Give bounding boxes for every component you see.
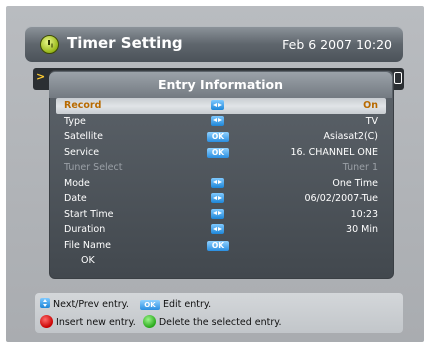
checkbox-icon: [394, 72, 402, 84]
field-file-name[interactable]: File Name OK: [56, 238, 386, 254]
green-key-icon: [142, 315, 156, 328]
field-label: Duration: [64, 224, 106, 235]
field-service[interactable]: Service OK 16. CHANNEL ONE: [56, 145, 386, 161]
field-date[interactable]: Date 06/02/2007-Tue: [56, 191, 386, 207]
field-record[interactable]: Record On: [56, 98, 386, 114]
up-down-arrows-icon: [40, 298, 50, 308]
help-insert: Insert new entry.: [56, 317, 136, 328]
field-label: Type: [64, 115, 86, 127]
field-value: TV: [365, 115, 378, 127]
red-key-icon: [40, 315, 53, 328]
left-right-arrows-icon[interactable]: [211, 100, 224, 110]
ok-button-label: OK: [81, 255, 95, 266]
field-value: Asiasat2(C): [323, 131, 379, 142]
ok-key-icon: OK: [139, 300, 160, 310]
chevron-right-icon: >: [36, 70, 46, 83]
field-start-time[interactable]: Start Time 10:23: [56, 207, 386, 223]
field-label: Start Time: [64, 208, 114, 220]
field-label: Record: [64, 100, 102, 111]
left-right-arrows-icon[interactable]: [211, 177, 224, 188]
field-duration[interactable]: Duration 30 Min: [56, 222, 386, 238]
left-right-arrows-icon[interactable]: [211, 208, 224, 219]
ok-button[interactable]: OK: [56, 253, 386, 269]
current-datetime: Feb 6 2007 10:20: [282, 37, 392, 52]
dialog-title: Entry Information: [49, 72, 392, 98]
ok-key-icon[interactable]: OK: [207, 147, 229, 158]
field-label: Satellite: [64, 131, 103, 142]
help-line-actions: Insert new entry. Delete the selected en…: [40, 315, 282, 328]
left-right-arrows-icon[interactable]: [211, 115, 224, 126]
field-type[interactable]: Type TV: [56, 114, 386, 130]
help-line-navigation: Next/Prev entry. OK Edit entry.: [40, 298, 211, 310]
help-next-prev: Next/Prev entry.: [53, 299, 129, 310]
clock-icon: [40, 35, 59, 54]
help-delete: Delete the selected entry.: [158, 317, 282, 328]
help-edit: Edit entry.: [162, 299, 212, 310]
field-value: Tuner 1: [342, 162, 378, 173]
left-right-arrows-icon[interactable]: [211, 193, 224, 203]
ok-key-icon[interactable]: OK: [207, 240, 229, 251]
field-value: One Time: [332, 177, 378, 189]
page-title: Timer Setting: [67, 34, 183, 52]
ok-key-icon[interactable]: OK: [207, 132, 229, 142]
left-right-arrows-icon[interactable]: [211, 224, 224, 234]
field-value: On: [363, 100, 378, 111]
field-value: 06/02/2007-Tue: [304, 193, 378, 204]
field-tuner-select: Tuner Select Tuner 1: [56, 160, 386, 176]
field-label: Mode: [64, 177, 90, 189]
field-label: Tuner Select: [64, 162, 123, 173]
field-mode[interactable]: Mode One Time: [56, 176, 386, 192]
entry-fields: Record On Type TV Satellite OK Asiasat2(…: [56, 98, 386, 269]
field-value: 30 Min: [346, 224, 378, 235]
field-label: Date: [64, 193, 87, 204]
field-satellite[interactable]: Satellite OK Asiasat2(C): [56, 129, 386, 145]
field-label: Service: [64, 146, 100, 158]
field-value: 10:23: [350, 208, 378, 220]
field-value: 16. CHANNEL ONE: [290, 146, 378, 158]
field-label: File Name: [64, 239, 111, 251]
